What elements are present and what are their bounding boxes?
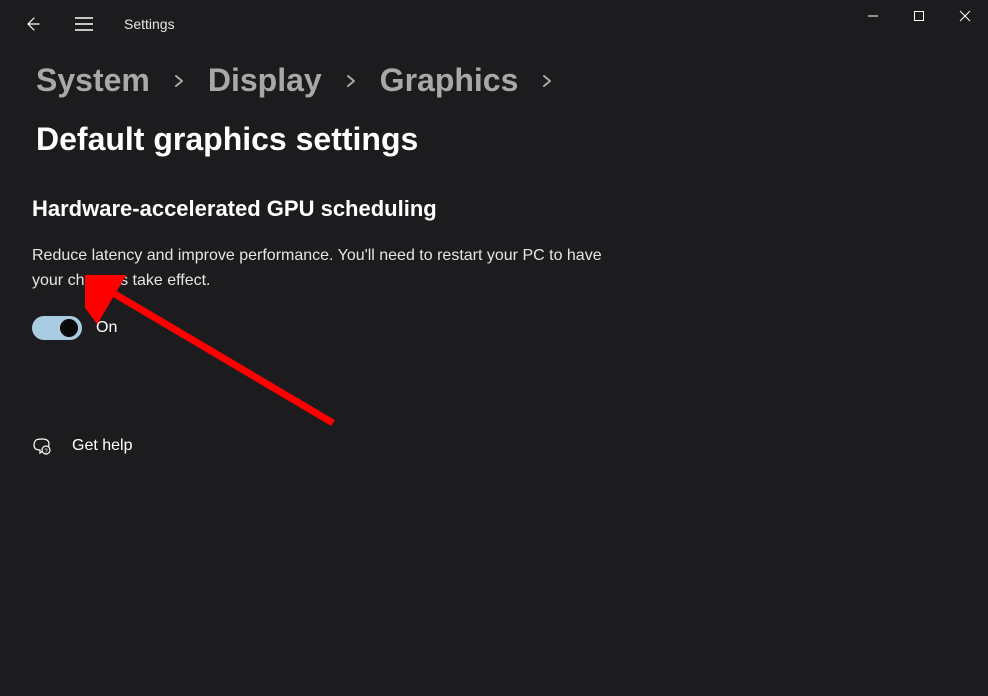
hamburger-icon — [75, 17, 93, 31]
window-controls — [850, 0, 988, 32]
help-label: Get help — [72, 437, 132, 455]
minimize-button[interactable] — [850, 0, 896, 32]
section-title: Hardware-accelerated GPU scheduling — [32, 196, 952, 222]
maximize-icon — [913, 10, 925, 22]
toggle-knob — [60, 319, 78, 337]
minimize-icon — [867, 10, 879, 22]
chevron-right-icon — [172, 74, 186, 88]
back-button[interactable] — [22, 14, 42, 34]
content-area: Hardware-accelerated GPU scheduling Redu… — [0, 168, 988, 456]
maximize-button[interactable] — [896, 0, 942, 32]
breadcrumb-display[interactable]: Display — [208, 62, 322, 99]
app-title: Settings — [124, 16, 175, 32]
title-bar: Settings — [0, 0, 988, 48]
breadcrumb-current: Default graphics settings — [36, 121, 418, 158]
back-arrow-icon — [24, 16, 40, 32]
close-icon — [959, 10, 971, 22]
get-help-link[interactable]: ? Get help — [32, 436, 952, 456]
chevron-right-icon — [344, 74, 358, 88]
breadcrumb-graphics[interactable]: Graphics — [380, 62, 519, 99]
gpu-scheduling-toggle-row: On — [32, 316, 952, 340]
chevron-right-icon — [540, 74, 554, 88]
gpu-scheduling-toggle[interactable] — [32, 316, 82, 340]
close-button[interactable] — [942, 0, 988, 32]
help-icon: ? — [32, 436, 52, 456]
breadcrumb-system[interactable]: System — [36, 62, 150, 99]
breadcrumb: System Display Graphics Default graphics… — [0, 48, 988, 168]
nav-menu-button[interactable] — [74, 14, 94, 34]
toggle-state-label: On — [96, 319, 117, 337]
section-description: Reduce latency and improve performance. … — [32, 244, 612, 294]
